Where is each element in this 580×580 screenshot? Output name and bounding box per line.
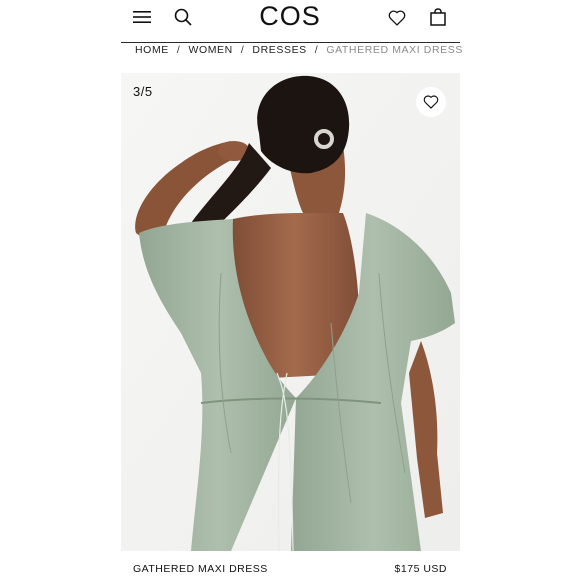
breadcrumb-separator: / bbox=[314, 44, 319, 56]
product-info: GATHERED MAXI DRESS $175 USD bbox=[133, 563, 447, 575]
hamburger-menu-icon[interactable] bbox=[129, 4, 155, 30]
breadcrumb-current: GATHERED MAXI DRESS bbox=[326, 44, 463, 56]
breadcrumb-women[interactable]: WOMEN bbox=[188, 44, 232, 56]
product-price: $175 USD bbox=[394, 563, 447, 575]
product-image-gallery[interactable]: 3/5 bbox=[121, 73, 460, 551]
heart-icon bbox=[423, 95, 439, 109]
add-to-favorites-button[interactable] bbox=[416, 87, 446, 117]
breadcrumb: HOME / WOMEN / DRESSES / GATHERED MAXI D… bbox=[135, 43, 463, 57]
breadcrumb-dresses[interactable]: DRESSES bbox=[252, 44, 306, 56]
image-counter: 3/5 bbox=[133, 84, 153, 99]
site-header: COS bbox=[0, 0, 580, 42]
heart-icon[interactable] bbox=[384, 5, 410, 31]
shopping-bag-icon[interactable] bbox=[425, 4, 451, 30]
breadcrumb-separator: / bbox=[240, 44, 245, 56]
brand-logo[interactable]: COS bbox=[240, 1, 340, 32]
search-icon[interactable] bbox=[170, 4, 196, 30]
breadcrumb-separator: / bbox=[176, 44, 181, 56]
product-photo bbox=[121, 73, 460, 551]
breadcrumb-home[interactable]: HOME bbox=[135, 44, 169, 56]
product-name[interactable]: GATHERED MAXI DRESS bbox=[133, 563, 268, 575]
